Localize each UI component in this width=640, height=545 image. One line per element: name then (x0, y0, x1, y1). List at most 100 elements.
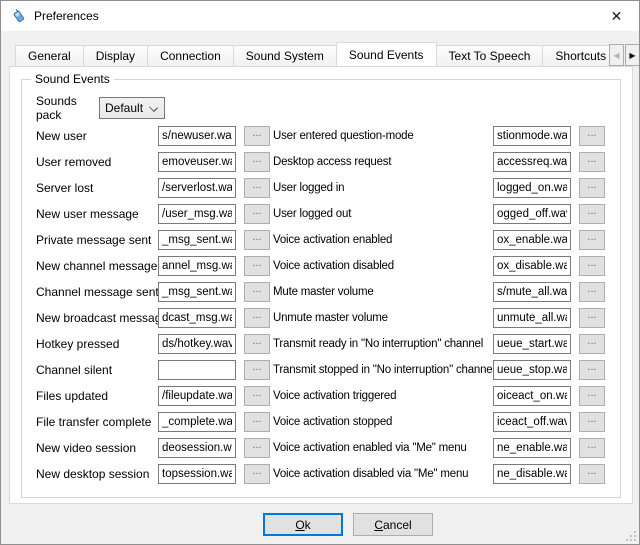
label-server-lost: Server lost (36, 181, 158, 195)
input-new-channel-message[interactable] (158, 256, 236, 276)
sound-event-row: Transmit ready in "No interruption" chan… (273, 331, 605, 357)
browse-button-channel-message-sent[interactable]: ... (244, 282, 270, 302)
input-user-logged-out[interactable] (493, 204, 571, 224)
tab-text-to-speech[interactable]: Text To Speech (436, 45, 544, 66)
label-unmute-master-volume: Unmute master volume (273, 312, 493, 324)
tab-scroll-right-icon[interactable]: ▶ (625, 44, 640, 66)
input-user-entered-question-mode[interactable] (493, 126, 571, 146)
browse-button-new-desktop-session[interactable]: ... (244, 464, 270, 484)
label-voice-activation-disabled: Voice activation disabled (273, 260, 493, 272)
sounds-pack-value: Default (105, 101, 143, 115)
app-icon (11, 8, 27, 24)
input-mute-master-volume[interactable] (493, 282, 571, 302)
sound-event-row: User entered question-mode... (273, 123, 605, 149)
browse-button-voice-activation-triggered[interactable]: ... (579, 386, 605, 406)
sound-event-row: Voice activation stopped... (273, 409, 605, 435)
label-hotkey-pressed: Hotkey pressed (36, 337, 158, 351)
browse-button-new-channel-message[interactable]: ... (244, 256, 270, 276)
browse-button-hotkey-pressed[interactable]: ... (244, 334, 270, 354)
sounds-pack-row: Sounds pack Default (36, 97, 165, 119)
tab-connection[interactable]: Connection (147, 45, 234, 66)
browse-button-unmute-master-volume[interactable]: ... (579, 308, 605, 328)
label-channel-message-sent: Channel message sent (36, 285, 158, 299)
input-voice-activation-enabled-via-me-menu[interactable] (493, 438, 571, 458)
browse-button-transmit-ready-in-no-interruption-channel[interactable]: ... (579, 334, 605, 354)
tab-scroll-left-icon[interactable]: ◀ (609, 44, 624, 66)
input-unmute-master-volume[interactable] (493, 308, 571, 328)
sound-event-row: Files updated... (36, 383, 270, 409)
input-voice-activation-triggered[interactable] (493, 386, 571, 406)
browse-button-user-logged-out[interactable]: ... (579, 204, 605, 224)
label-file-transfer-complete: File transfer complete (36, 415, 158, 429)
label-new-video-session: New video session (36, 441, 158, 455)
input-desktop-access-request[interactable] (493, 152, 571, 172)
browse-button-voice-activation-enabled[interactable]: ... (579, 230, 605, 250)
input-voice-activation-disabled-via-me-menu[interactable] (493, 464, 571, 484)
browse-button-user-removed[interactable]: ... (244, 152, 270, 172)
browse-button-voice-activation-disabled-via-me-menu[interactable]: ... (579, 464, 605, 484)
browse-button-channel-silent[interactable]: ... (244, 360, 270, 380)
input-new-desktop-session[interactable] (158, 464, 236, 484)
input-channel-silent[interactable] (158, 360, 236, 380)
input-transmit-stopped-in-no-interruption-channel[interactable] (493, 360, 571, 380)
browse-button-user-entered-question-mode[interactable]: ... (579, 126, 605, 146)
browse-button-user-logged-in[interactable]: ... (579, 178, 605, 198)
label-mute-master-volume: Mute master volume (273, 286, 493, 298)
input-new-video-session[interactable] (158, 438, 236, 458)
label-new-desktop-session: New desktop session (36, 467, 158, 481)
browse-button-new-user-message[interactable]: ... (244, 204, 270, 224)
input-voice-activation-stopped[interactable] (493, 412, 571, 432)
sound-event-row: New channel message... (36, 253, 270, 279)
label-new-user: New user (36, 129, 158, 143)
window-title: Preferences (34, 9, 99, 23)
sounds-pack-select[interactable]: Default (99, 97, 165, 119)
input-files-updated[interactable] (158, 386, 236, 406)
browse-button-private-message-sent[interactable]: ... (244, 230, 270, 250)
input-voice-activation-enabled[interactable] (493, 230, 571, 250)
input-hotkey-pressed[interactable] (158, 334, 236, 354)
sounds-pack-label: Sounds pack (36, 94, 99, 122)
input-voice-activation-disabled[interactable] (493, 256, 571, 276)
browse-button-new-video-session[interactable]: ... (244, 438, 270, 458)
input-file-transfer-complete[interactable] (158, 412, 236, 432)
browse-button-desktop-access-request[interactable]: ... (579, 152, 605, 172)
browse-button-files-updated[interactable]: ... (244, 386, 270, 406)
groupbox-legend: Sound Events (31, 72, 114, 86)
browse-button-voice-activation-disabled[interactable]: ... (579, 256, 605, 276)
browse-button-new-broadcast-message[interactable]: ... (244, 308, 270, 328)
browse-button-transmit-stopped-in-no-interruption-channel[interactable]: ... (579, 360, 605, 380)
cancel-button[interactable]: Cancel (353, 513, 433, 536)
input-transmit-ready-in-no-interruption-channel[interactable] (493, 334, 571, 354)
title-bar[interactable]: Preferences ✕ (1, 1, 639, 31)
tab-shortcuts[interactable]: Shortcuts (542, 45, 609, 66)
browse-button-server-lost[interactable]: ... (244, 178, 270, 198)
input-new-user-message[interactable] (158, 204, 236, 224)
tab-display[interactable]: Display (83, 45, 148, 66)
browse-button-voice-activation-stopped[interactable]: ... (579, 412, 605, 432)
browse-button-file-transfer-complete[interactable]: ... (244, 412, 270, 432)
sound-event-row: Private message sent... (36, 227, 270, 253)
close-icon[interactable]: ✕ (594, 1, 639, 31)
input-channel-message-sent[interactable] (158, 282, 236, 302)
label-voice-activation-enabled: Voice activation enabled (273, 234, 493, 246)
tab-sound-events[interactable]: Sound Events (336, 42, 437, 66)
input-private-message-sent[interactable] (158, 230, 236, 250)
input-user-removed[interactable] (158, 152, 236, 172)
input-server-lost[interactable] (158, 178, 236, 198)
tab-general[interactable]: General (15, 45, 84, 66)
browse-button-voice-activation-enabled-via-me-menu[interactable]: ... (579, 438, 605, 458)
input-new-user[interactable] (158, 126, 236, 146)
right-column: User entered question-mode...Desktop acc… (273, 123, 605, 487)
label-voice-activation-enabled-via-me-menu: Voice activation enabled via "Me" menu (273, 442, 493, 454)
tab-sound-system[interactable]: Sound System (233, 45, 337, 66)
input-new-broadcast-message[interactable] (158, 308, 236, 328)
input-user-logged-in[interactable] (493, 178, 571, 198)
ok-button[interactable]: Ok (263, 513, 343, 536)
browse-button-new-user[interactable]: ... (244, 126, 270, 146)
browse-button-mute-master-volume[interactable]: ... (579, 282, 605, 302)
preferences-dialog: Preferences ✕ GeneralDisplayConnectionSo… (0, 0, 640, 545)
sound-event-row: Channel message sent... (36, 279, 270, 305)
sound-event-row: User removed... (36, 149, 270, 175)
sound-event-row: Mute master volume... (273, 279, 605, 305)
resize-grip[interactable] (626, 531, 636, 541)
